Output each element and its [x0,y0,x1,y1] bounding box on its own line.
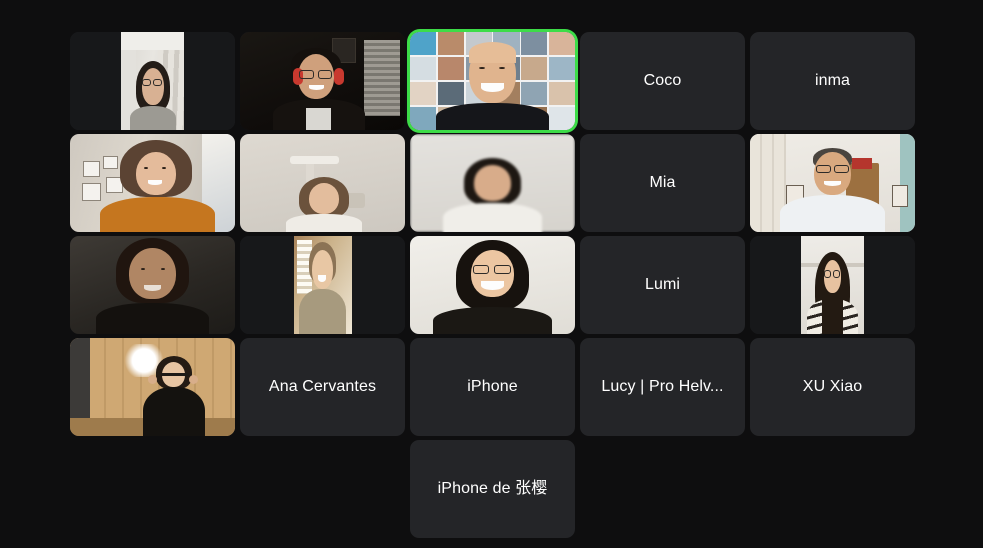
video-frame [750,134,915,232]
participant-tile-p5[interactable]: inma [750,32,915,130]
participant-tile-p18[interactable]: iPhone [410,338,575,436]
participant-tile-p19[interactable]: Lucy | Pro Helv... [580,338,745,436]
participant-name-label: Lumi [644,276,681,293]
video-frame [293,236,352,334]
video-scene [750,134,915,232]
participant-name-label: Ana Cervantes [268,378,377,395]
participant-name-label: Lucy | Pro Helv... [601,378,724,395]
video-frame [410,134,575,232]
participant-tile-p6[interactable] [70,134,235,232]
video-frame [410,32,575,130]
video-scene [293,236,352,334]
participant-tile-p2[interactable] [240,32,405,130]
participant-name-label: XU Xiao [802,378,863,395]
participant-name-label: inma [814,72,851,89]
participant-tile-p14[interactable]: Lumi [580,236,745,334]
video-feed-p12 [240,236,405,334]
video-frame [240,32,405,130]
participant-tile-p4[interactable]: Coco [580,32,745,130]
video-feed-p11 [70,236,235,334]
video-feed-p15 [750,236,915,334]
video-feed-p8 [410,134,575,232]
video-scene [70,236,235,334]
video-feed-p10 [750,134,915,232]
participant-row: Coco inma [70,32,915,130]
video-feed-p6 [70,134,235,232]
participant-row: iPhone de 张樱 [70,440,915,538]
video-feed-p13 [410,236,575,334]
video-feed-p1 [70,32,235,130]
participant-row: Ana Cervantes iPhone Lucy | Pro Helv... … [70,338,915,436]
video-scene [240,134,405,232]
video-frame [121,32,184,130]
video-frame [70,338,235,436]
video-frame [801,236,864,334]
participant-tile-p10[interactable] [750,134,915,232]
participant-tile-p12[interactable] [240,236,405,334]
participant-tile-p16[interactable] [70,338,235,436]
participant-tile-p9[interactable]: Mia [580,134,745,232]
video-scene [240,32,405,130]
participant-tile-p1[interactable] [70,32,235,130]
participant-tile-p8[interactable] [410,134,575,232]
video-scene [121,32,184,130]
participant-name-label: Mia [649,174,676,191]
video-feed-p7 [240,134,405,232]
participant-grid: Coco inma Mia Lumi Ana Cervantes iPhone … [70,32,915,538]
participant-name-label: Coco [643,72,682,89]
video-frame [240,134,405,232]
video-feed-p2 [240,32,405,130]
video-feed-p3 [410,32,575,130]
video-scene [410,134,575,232]
video-frame [410,236,575,334]
participant-name-label: iPhone [467,378,518,395]
video-feed-p16 [70,338,235,436]
participant-row: Mia [70,134,915,232]
participant-row: Lumi [70,236,915,334]
video-frame [70,134,235,232]
video-scene [70,134,235,232]
participant-name-label: iPhone de 张樱 [437,480,548,497]
participant-tile-p13[interactable] [410,236,575,334]
participant-tile-p7[interactable] [240,134,405,232]
video-scene [410,32,575,130]
video-scene [801,236,864,334]
video-frame [70,236,235,334]
meeting-stage: Coco inma Mia Lumi Ana Cervantes iPhone … [0,0,983,548]
participant-tile-p20[interactable]: XU Xiao [750,338,915,436]
video-scene [70,338,235,436]
participant-tile-p11[interactable] [70,236,235,334]
participant-tile-p15[interactable] [750,236,915,334]
participant-tile-p17[interactable]: Ana Cervantes [240,338,405,436]
participant-tile-p21[interactable]: iPhone de 张樱 [410,440,575,538]
participant-tile-p3-active-speaker[interactable] [410,32,575,130]
video-scene [410,236,575,334]
